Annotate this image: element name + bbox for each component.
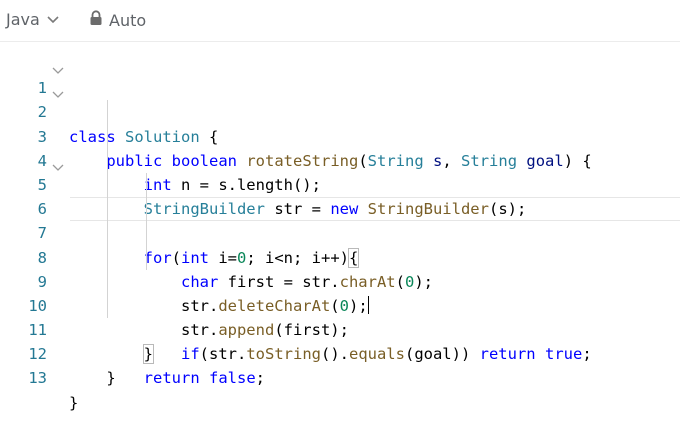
code-editor[interactable]: 1 class Solution { 2 public boolean rota… [0, 52, 680, 412]
chevron-down-icon [46, 10, 60, 29]
indent-guide [107, 100, 108, 125]
indent-guide [107, 269, 108, 294]
code-line[interactable]: 4 StringBuilder str = new StringBuilder(… [0, 124, 680, 218]
language-selector[interactable]: Java [6, 10, 60, 29]
code-line[interactable]: 11 return false; [0, 293, 680, 387]
indent-guide [146, 245, 147, 270]
code-line[interactable]: 9 if(str.toString().equals(goal)) return… [0, 245, 680, 363]
code-line[interactable]: 5 for(int i=0; i<n; i++){ [0, 148, 680, 268]
editor-toolbar: Java Auto [0, 0, 680, 42]
indent-guide [146, 197, 147, 222]
code-line[interactable]: 12 } [0, 318, 680, 387]
indent-guide [107, 148, 108, 173]
lock-icon [89, 10, 103, 30]
code-line[interactable]: 13 } [0, 342, 680, 411]
code-line-current[interactable]: 7 str.deleteCharAt(0); [0, 197, 680, 315]
indent-guide [107, 197, 108, 222]
indent-guide [107, 172, 108, 198]
code-line[interactable]: 3 int n = s.length(); [0, 100, 680, 194]
indent-guide [146, 221, 147, 246]
code-line[interactable]: 6 char first = str.charAt(0); [0, 172, 680, 291]
indent-guide [107, 124, 108, 149]
code-line[interactable]: 1 class Solution { [0, 52, 680, 146]
mode-indicator[interactable]: Auto [89, 10, 146, 30]
indent-guide [107, 245, 108, 270]
indent-guide [107, 221, 108, 246]
line-number: 13 [28, 369, 47, 388]
code-text: } [69, 393, 79, 412]
code-line[interactable]: 2 public boolean rotateString(String s, … [0, 76, 680, 170]
indent-guide [107, 293, 108, 319]
code-line[interactable]: 8 str.append(first); [0, 221, 680, 339]
indent-guide [146, 172, 147, 198]
language-label: Java [6, 10, 40, 29]
code-line[interactable]: 10 } [0, 269, 680, 365]
code-text: } [69, 369, 116, 388]
mode-label: Auto [109, 10, 147, 30]
